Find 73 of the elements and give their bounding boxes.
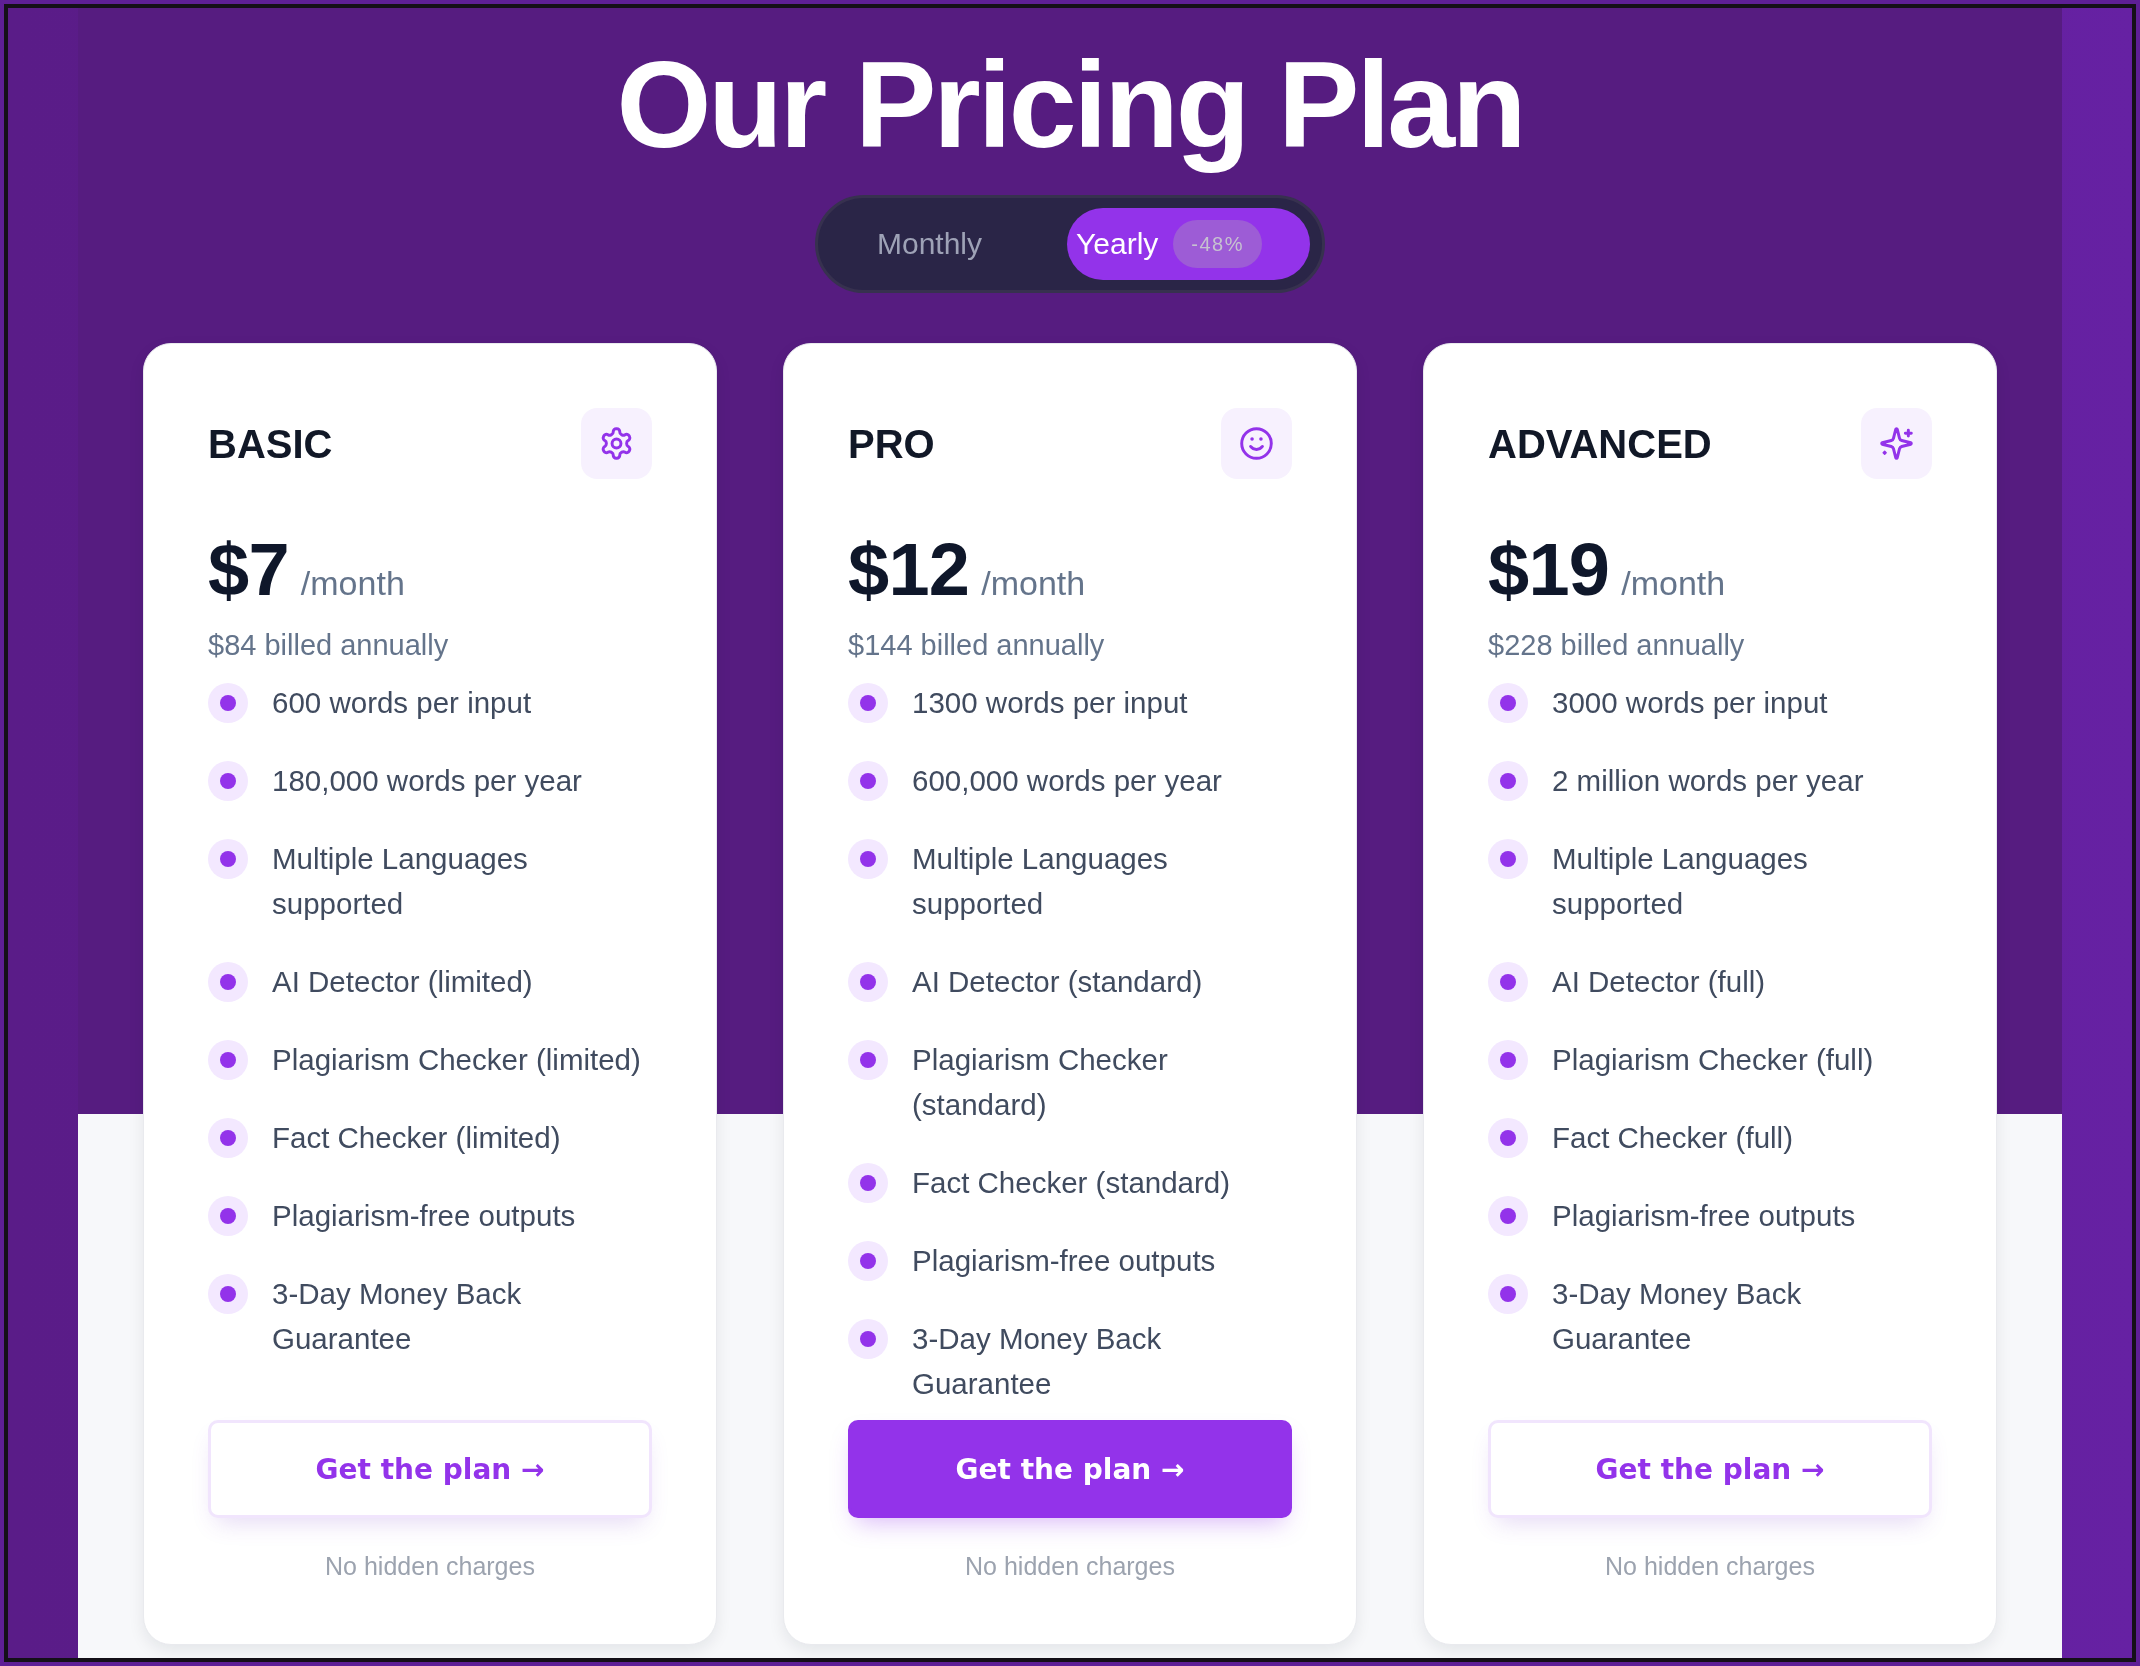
plan-name: BASIC [208,420,333,468]
bullet-dot-icon [208,1195,248,1236]
bullet-dot-icon [208,1117,248,1158]
plan-name: PRO [848,420,935,468]
feature-text: 2 million words per year [1552,763,1864,799]
feature-text: 600 words per input [272,685,532,721]
feature-text: 3000 words per input [1552,685,1828,721]
sparkles-icon [1861,408,1932,479]
feature-text: Fact Checker (limited) [272,1120,561,1156]
feature-text: AI Detector (full) [1552,964,1766,1000]
bullet-dot-icon [208,1039,248,1080]
bullet-dot-icon [1488,961,1528,1002]
billing-note: $84 billed annually [208,628,450,663]
feature-text: 3-Day Money Back Guarantee [272,1276,523,1357]
feature-text: 3-Day Money Back Guarantee [1552,1276,1803,1357]
bullet-dot-icon [848,838,888,879]
feature-text: Fact Checker (full) [1552,1120,1793,1156]
bullet-dot-icon [848,1039,888,1080]
billing-note: $228 billed annually [1488,628,1746,663]
bullet-dot-icon [848,1162,888,1203]
bullet-dot-icon [848,760,888,801]
get-plan-button[interactable]: Get the plan → [208,1420,652,1518]
bullet-dot-icon [208,760,248,801]
bullet-dot-icon [1488,682,1528,723]
feature-text: Plagiarism Checker (limited) [272,1042,641,1078]
smiley-face-icon [1221,408,1292,479]
bullet-dot-icon [848,682,888,723]
gear-icon [581,408,652,479]
feature-text: 600,000 words per year [912,763,1222,799]
feature-text: AI Detector (standard) [912,964,1203,1000]
price-period: /month [981,563,1086,603]
price-period: /month [300,563,405,603]
bullet-dot-icon [1488,838,1528,879]
bullet-dot-icon [1488,1273,1528,1314]
bullet-dot-icon [848,961,888,1002]
billing-option[interactable]: Yearly -48% [1067,208,1310,280]
billing-option[interactable]: Monthly [828,208,1032,280]
no-charges-note: No hidden charges [324,1551,536,1582]
bullet-dot-icon [848,1240,888,1281]
feature-text: Plagiarism Checker (full) [1552,1042,1874,1078]
feature-text: Fact Checker (standard) [912,1165,1231,1201]
feature-text: Plagiarism-free outputs [272,1198,576,1234]
get-plan-button[interactable]: Get the plan → [1488,1420,1932,1518]
bullet-dot-icon [1488,1039,1528,1080]
billing-note: $144 billed annually [848,628,1106,663]
no-charges-note: No hidden charges [964,1551,1176,1582]
get-plan-button[interactable]: Get the plan → [848,1420,1292,1518]
feature-text: Multiple Languages supported [1552,841,1809,922]
page-title: Our Pricing Plan [616,36,1524,175]
price-period: /month [1621,563,1726,603]
plan-price: $19 [1488,533,1610,607]
discount-badge: -48% [1173,220,1262,268]
bullet-dot-icon [848,1318,888,1359]
bullet-dot-icon [1488,760,1528,801]
feature-text: Multiple Languages supported [912,841,1169,922]
feature-text: Plagiarism Checker (standard) [912,1042,1169,1123]
feature-text: Plagiarism-free outputs [912,1243,1216,1279]
feature-text: 1300 words per input [912,685,1188,721]
bullet-dot-icon [208,838,248,879]
feature-text: Plagiarism-free outputs [1552,1198,1856,1234]
feature-text: AI Detector (limited) [272,964,533,1000]
bullet-dot-icon [208,961,248,1002]
plan-price: $12 [848,533,970,607]
no-charges-note: No hidden charges [1604,1551,1816,1582]
feature-text: 180,000 words per year [272,763,582,799]
bullet-dot-icon [1488,1117,1528,1158]
bullet-dot-icon [208,1273,248,1314]
plan-name: ADVANCED [1488,420,1712,468]
feature-text: Multiple Languages supported [272,841,529,922]
feature-text: 3-Day Money Back Guarantee [912,1321,1163,1402]
plan-price: $7 [208,533,289,607]
bullet-dot-icon [1488,1195,1528,1236]
bullet-dot-icon [208,682,248,723]
